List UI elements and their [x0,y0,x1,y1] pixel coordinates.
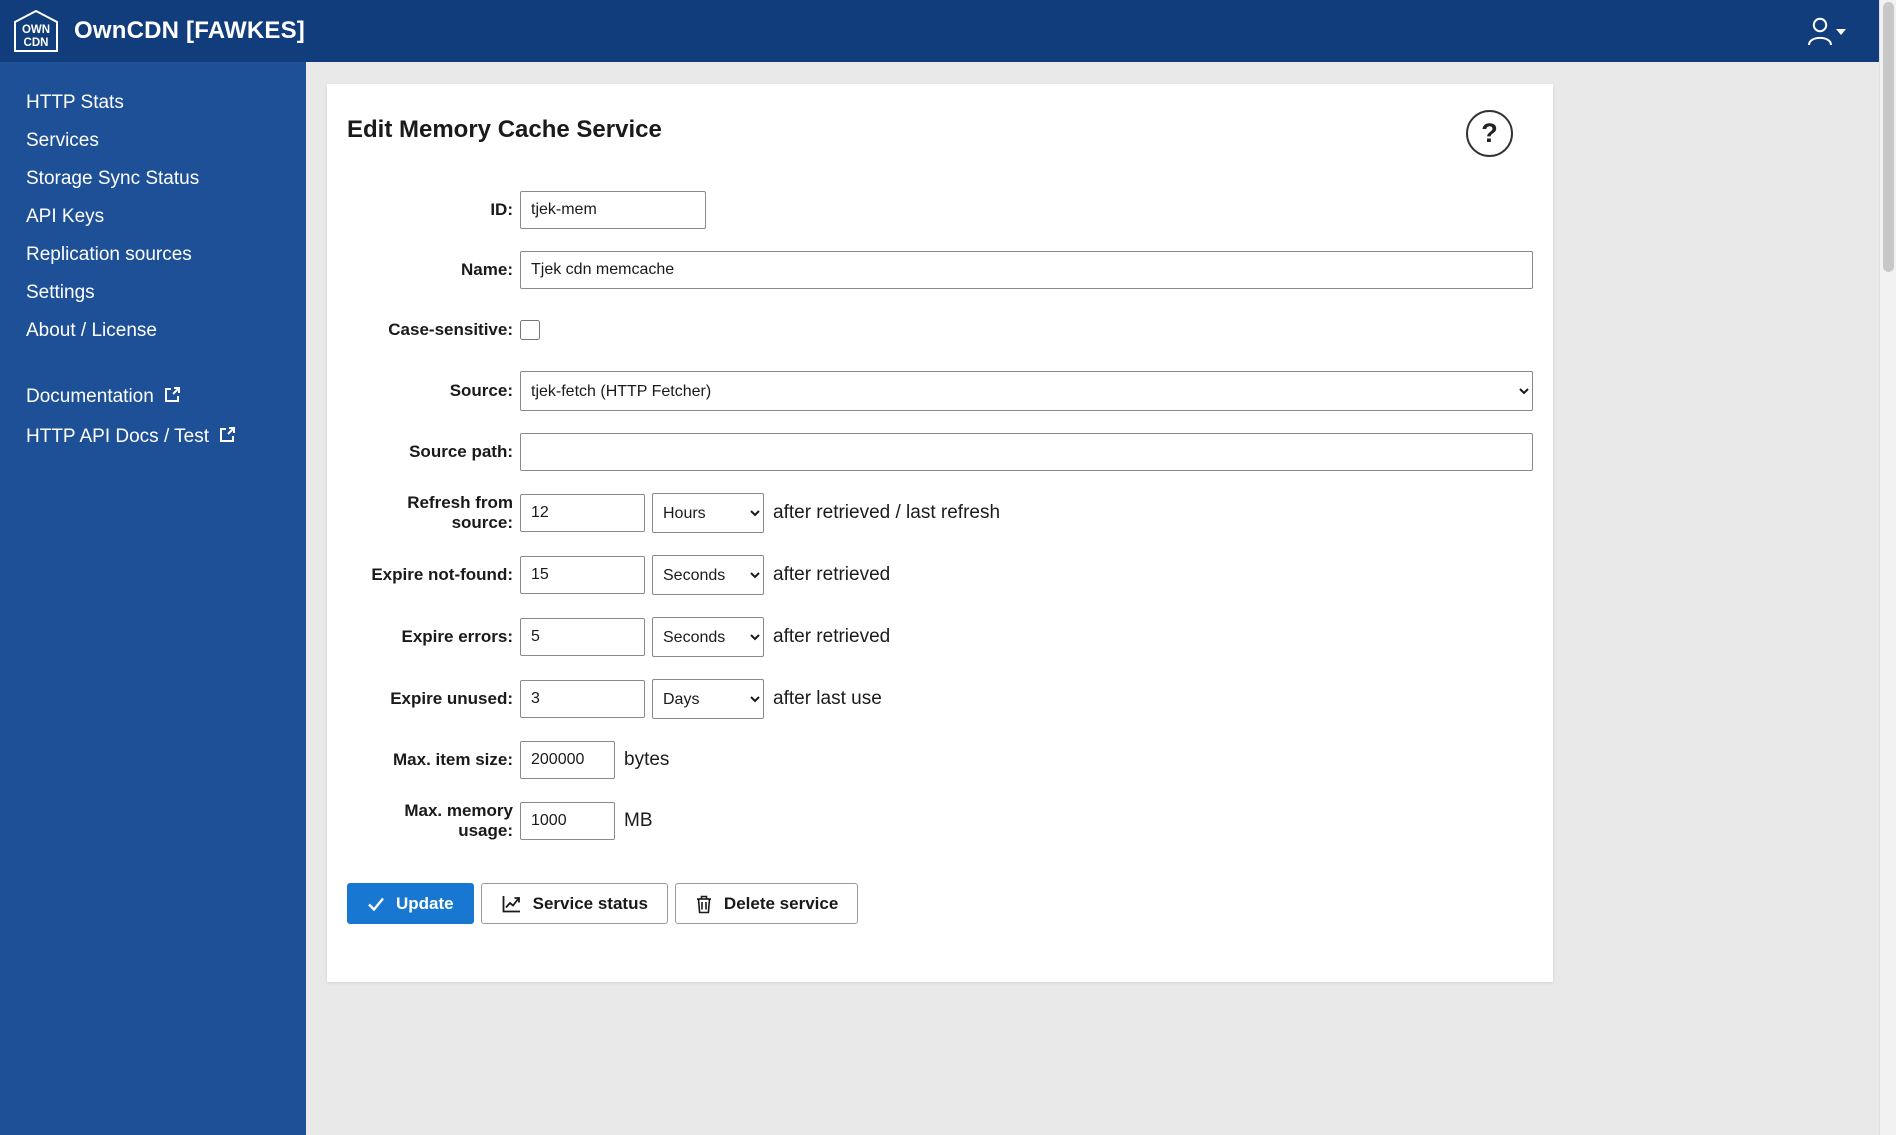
source-label: Source: [449,381,513,400]
refresh-unit-select[interactable]: Hours [652,493,764,533]
sidebar-item-http-api-docs[interactable]: HTTP API Docs / Test [26,418,306,458]
expire-unused-value-field[interactable] [520,680,645,718]
house-logo-icon: OWN CDN [14,10,58,52]
expire-unused-suffix: after last use [773,688,882,709]
case-sensitive-checkbox[interactable] [520,320,540,340]
sidebar-nav: HTTP Stats Services Storage Sync Status … [0,84,306,350]
app-logo: OWN CDN [14,10,58,52]
form-row-expire-not-found: Expire not-found: Seconds after retrieve… [347,555,1533,595]
svg-text:OWN: OWN [22,24,50,36]
form-row-case-sensitive: Case-sensitive: [347,311,1533,349]
check-icon [368,897,384,911]
refresh-value-field[interactable] [520,494,645,532]
form-row-id: ID: [347,191,1533,229]
expire-errors-unit-select[interactable]: Seconds [652,617,764,657]
sidebar-item-settings[interactable]: Settings [26,274,306,312]
name-field[interactable] [520,251,1533,289]
form-row-refresh: Refresh from source: Hours after retriev… [347,493,1533,533]
refresh-suffix: after retrieved / last refresh [773,502,1001,523]
max-memory-label: Max. memory usage: [404,801,513,840]
top-bar: OWN CDN OwnCDN [FAWKES] [0,0,1896,62]
form-row-name: Name: [347,251,1533,289]
max-item-size-suffix: bytes [624,749,670,770]
expire-not-found-unit-select[interactable]: Seconds [652,555,764,595]
max-item-size-label: Max. item size: [393,750,513,769]
page-title: Edit Memory Cache Service [347,116,662,143]
source-path-label: Source path: [409,442,513,461]
sidebar-item-services[interactable]: Services [26,122,306,160]
form-row-source-path: Source path: [347,433,1533,471]
chevron-down-icon [1836,29,1846,35]
sidebar-item-storage-sync-status[interactable]: Storage Sync Status [26,160,306,198]
expire-errors-value-field[interactable] [520,618,645,656]
expire-errors-label: Expire errors: [401,627,514,646]
service-status-button[interactable]: Service status [480,883,668,924]
name-label: Name: [461,260,513,279]
case-sensitive-label: Case-sensitive: [388,320,513,339]
svg-text:CDN: CDN [24,37,49,49]
sidebar-item-label: Documentation [26,386,154,407]
form-row-expire-unused: Expire unused: Days after last use [347,679,1533,719]
sidebar-item-about-license[interactable]: About / License [26,312,306,350]
form-row-max-item-size: Max. item size: bytes [347,741,1533,779]
expire-unused-unit-select[interactable]: Days [652,679,764,719]
max-memory-field[interactable] [520,802,615,840]
external-link-icon [218,427,236,449]
help-button[interactable]: ? [1466,110,1513,157]
form-row-max-memory: Max. memory usage: MB [347,801,1533,841]
sidebar-item-label: HTTP API Docs / Test [26,426,210,447]
id-field [520,191,706,229]
scrollbar[interactable] [1879,0,1896,1135]
expire-errors-suffix: after retrieved [773,626,891,647]
service-status-button-label: Service status [532,893,648,913]
id-label: ID: [490,200,513,219]
main-content: Edit Memory Cache Service ? ID: Name: Ca… [306,62,1896,1135]
delete-service-button-label: Delete service [723,893,839,913]
trash-icon [696,895,711,913]
form-row-expire-errors: Expire errors: Seconds after retrieved [347,617,1533,657]
sidebar-item-api-keys[interactable]: API Keys [26,198,306,236]
sidebar-item-documentation[interactable]: Documentation [26,378,306,418]
max-item-size-field[interactable] [520,741,615,779]
update-button[interactable]: Update [347,883,474,924]
action-buttons: Update Service status Delete service [347,883,1533,924]
service-form: ID: Name: Case-sensitive: Source: tjek-f… [347,191,1533,924]
scrollbar-thumb[interactable] [1883,2,1894,272]
refresh-label: Refresh from source: [407,493,513,532]
sidebar-item-http-stats[interactable]: HTTP Stats [26,84,306,122]
expire-not-found-value-field[interactable] [520,556,645,594]
source-path-field[interactable] [520,433,1533,471]
chart-icon [502,895,520,912]
form-row-source: Source: tjek-fetch (HTTP Fetcher) [347,371,1533,411]
sidebar-external-links: Documentation HTTP API Docs / Test [0,378,306,458]
sidebar-item-replication-sources[interactable]: Replication sources [26,236,306,274]
expire-unused-label: Expire unused: [390,689,513,708]
update-button-label: Update [396,893,454,913]
sidebar: HTTP Stats Services Storage Sync Status … [0,62,306,1135]
external-link-icon [163,387,181,409]
expire-not-found-suffix: after retrieved [773,564,891,585]
edit-service-card: Edit Memory Cache Service ? ID: Name: Ca… [327,84,1553,982]
app-title: OwnCDN [FAWKES] [74,17,305,44]
user-icon [1808,17,1846,46]
source-select[interactable]: tjek-fetch (HTTP Fetcher) [520,371,1533,411]
expire-not-found-label: Expire not-found: [371,565,513,584]
max-memory-suffix: MB [624,810,653,831]
delete-service-button[interactable]: Delete service [674,883,859,924]
user-menu[interactable] [1806,16,1848,46]
